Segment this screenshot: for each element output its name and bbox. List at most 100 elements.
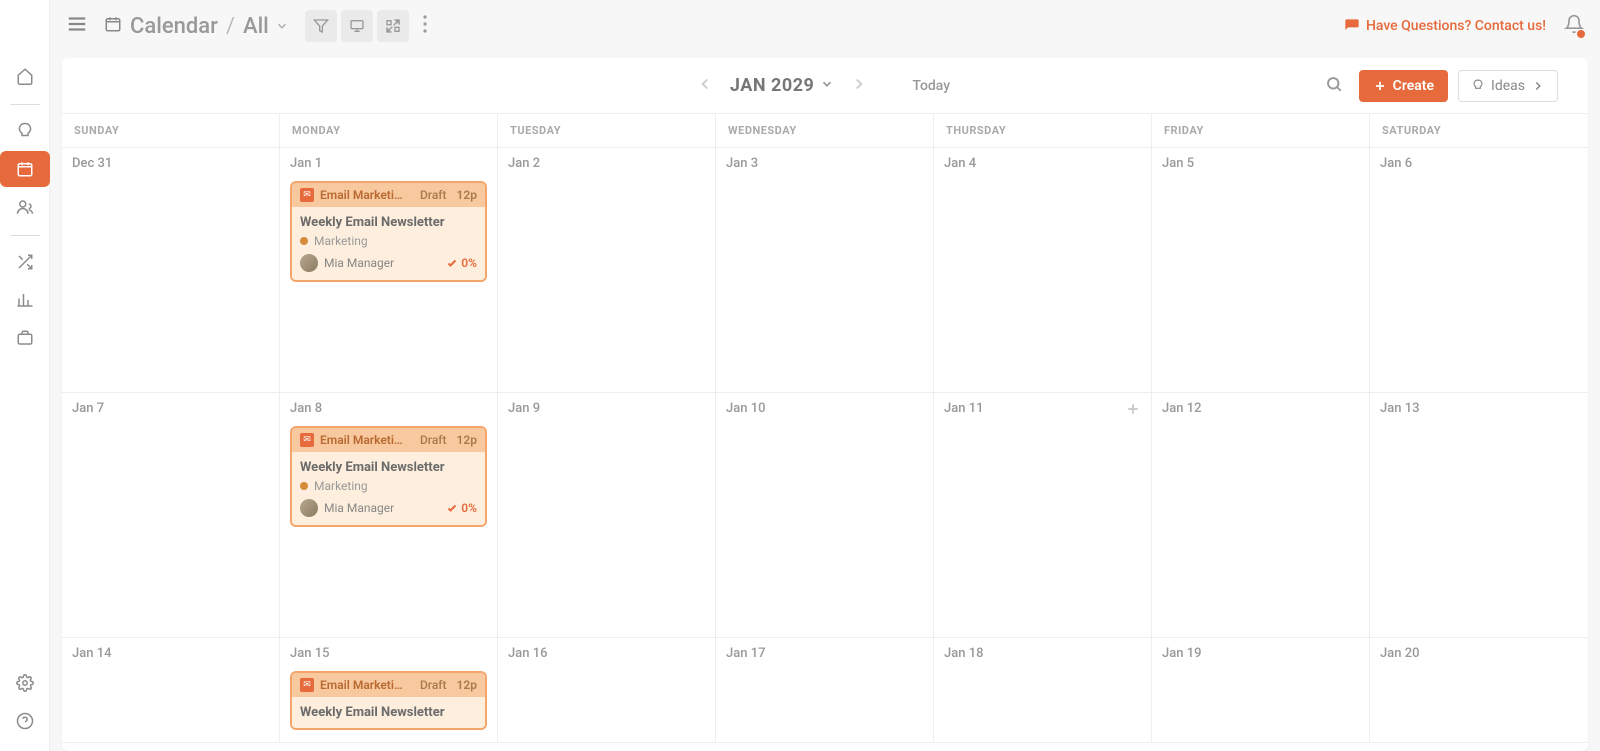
filter-button[interactable] <box>305 10 337 42</box>
day-header: FRIDAY <box>1152 114 1370 148</box>
calendar-cell[interactable]: Jan 16 <box>498 638 716 743</box>
calendar-cell[interactable]: Jan 20 <box>1370 638 1588 743</box>
email-icon: ✉ <box>300 678 314 692</box>
sidebar-divider <box>10 235 40 236</box>
event-status: Draft <box>420 678 447 692</box>
search-icon[interactable] <box>1319 69 1349 103</box>
date-label: Jan 12 <box>1162 401 1359 416</box>
calendar-cell[interactable]: Dec 31 <box>62 148 280 393</box>
event-title: Weekly Email Newsletter <box>300 460 477 475</box>
display-button[interactable] <box>341 10 373 42</box>
event-card[interactable]: ✉ Email Marketi… Draft 12p Weekly Email … <box>290 426 487 527</box>
calendar-cell[interactable]: Jan 6 <box>1370 148 1588 393</box>
prev-month-button[interactable] <box>692 71 718 101</box>
create-button-label: Create <box>1393 78 1434 94</box>
chart-icon[interactable] <box>0 282 50 318</box>
notifications-icon[interactable] <box>1564 14 1584 38</box>
contact-link-text: Have Questions? Contact us! <box>1366 18 1546 34</box>
avatar <box>300 254 318 272</box>
event-status: Draft <box>420 433 447 447</box>
sidebar <box>0 0 50 751</box>
date-label: Jan 16 <box>508 646 705 661</box>
date-label: Jan 11 <box>944 401 1141 416</box>
calendar-icon <box>104 15 122 37</box>
event-progress: 0% <box>446 501 477 515</box>
event-type: Email Marketi… <box>320 433 414 447</box>
avatar <box>300 499 318 517</box>
calendar-cell[interactable]: Jan 1 ✉ Email Marketi… Draft 12p Weekly … <box>280 148 498 393</box>
calendar-cell[interactable]: Jan 12 <box>1152 393 1370 638</box>
sidebar-divider <box>10 104 40 105</box>
day-header: TUESDAY <box>498 114 716 148</box>
date-label: Jan 9 <box>508 401 705 416</box>
calendar-cell[interactable]: Jan 19 <box>1152 638 1370 743</box>
day-header: MONDAY <box>280 114 498 148</box>
date-label: Jan 17 <box>726 646 923 661</box>
event-time: 12p <box>457 433 477 447</box>
calendar-cell[interactable]: Jan 2 <box>498 148 716 393</box>
calendar-nav-icon[interactable] <box>0 151 50 187</box>
event-time: 12p <box>457 188 477 202</box>
calendar-cell[interactable]: Jan 15 ✉ Email Marketi… Draft 12p Weekly… <box>280 638 498 743</box>
event-title: Weekly Email Newsletter <box>300 215 477 230</box>
calendar-cell[interactable]: Jan 10 <box>716 393 934 638</box>
topbar: Calendar / All <box>50 0 1600 52</box>
help-icon[interactable] <box>0 703 50 739</box>
chevron-down-icon[interactable] <box>275 14 289 39</box>
event-card[interactable]: ✉ Email Marketi… Draft 12p Weekly Email … <box>290 181 487 282</box>
event-type: Email Marketi… <box>320 678 414 692</box>
breadcrumb-sub[interactable]: All <box>243 14 269 39</box>
date-label: Dec 31 <box>72 156 269 171</box>
calendar-cell[interactable]: Jan 5 <box>1152 148 1370 393</box>
email-icon: ✉ <box>300 433 314 447</box>
idea-icon[interactable] <box>0 113 50 149</box>
date-label: Jan 10 <box>726 401 923 416</box>
date-label: Jan 14 <box>72 646 269 661</box>
event-progress: 0% <box>446 256 477 270</box>
notification-dot <box>1577 30 1585 38</box>
ideas-button[interactable]: Ideas <box>1458 70 1558 102</box>
event-title: Weekly Email Newsletter <box>300 705 477 720</box>
share-button[interactable] <box>377 10 409 42</box>
settings-icon[interactable] <box>0 665 50 701</box>
breadcrumb-title[interactable]: Calendar <box>130 14 218 39</box>
calendar-cell[interactable]: Jan 13 <box>1370 393 1588 638</box>
home-icon[interactable] <box>0 58 50 94</box>
calendar-cell[interactable]: Jan 11 <box>934 393 1152 638</box>
event-type: Email Marketi… <box>320 188 414 202</box>
event-status: Draft <box>420 188 447 202</box>
people-icon[interactable] <box>0 189 50 225</box>
date-label: Jan 1 <box>290 156 487 171</box>
event-card[interactable]: ✉ Email Marketi… Draft 12p Weekly Email … <box>290 671 487 730</box>
calendar-cell[interactable]: Jan 14 <box>62 638 280 743</box>
date-label: Jan 8 <box>290 401 487 416</box>
more-menu-icon[interactable] <box>415 15 435 37</box>
calendar-cell[interactable]: Jan 9 <box>498 393 716 638</box>
calendar-cell[interactable]: Jan 8 ✉ Email Marketi… Draft 12p Weekly … <box>280 393 498 638</box>
date-label: Jan 18 <box>944 646 1141 661</box>
day-header: THURSDAY <box>934 114 1152 148</box>
add-event-icon[interactable] <box>1125 401 1141 421</box>
event-time: 12p <box>457 678 477 692</box>
create-button[interactable]: Create <box>1359 70 1448 102</box>
shuffle-icon[interactable] <box>0 244 50 280</box>
event-assignee: Mia Manager <box>300 499 394 517</box>
date-label: Jan 4 <box>944 156 1141 171</box>
calendar-cell[interactable]: Jan 7 <box>62 393 280 638</box>
today-button[interactable]: Today <box>904 72 958 100</box>
day-header: SUNDAY <box>62 114 280 148</box>
date-label: Jan 19 <box>1162 646 1359 661</box>
date-label: Jan 3 <box>726 156 923 171</box>
calendar-cell[interactable]: Jan 18 <box>934 638 1152 743</box>
date-label: Jan 2 <box>508 156 705 171</box>
month-selector[interactable]: JAN 2029 <box>730 75 834 96</box>
event-assignee: Mia Manager <box>300 254 394 272</box>
menu-icon[interactable] <box>66 13 88 39</box>
calendar-cell[interactable]: Jan 17 <box>716 638 934 743</box>
contact-link[interactable]: Have Questions? Contact us! <box>1344 18 1546 34</box>
next-month-button[interactable] <box>846 71 872 101</box>
email-icon: ✉ <box>300 188 314 202</box>
calendar-cell[interactable]: Jan 3 <box>716 148 934 393</box>
calendar-cell[interactable]: Jan 4 <box>934 148 1152 393</box>
briefcase-icon[interactable] <box>0 320 50 356</box>
